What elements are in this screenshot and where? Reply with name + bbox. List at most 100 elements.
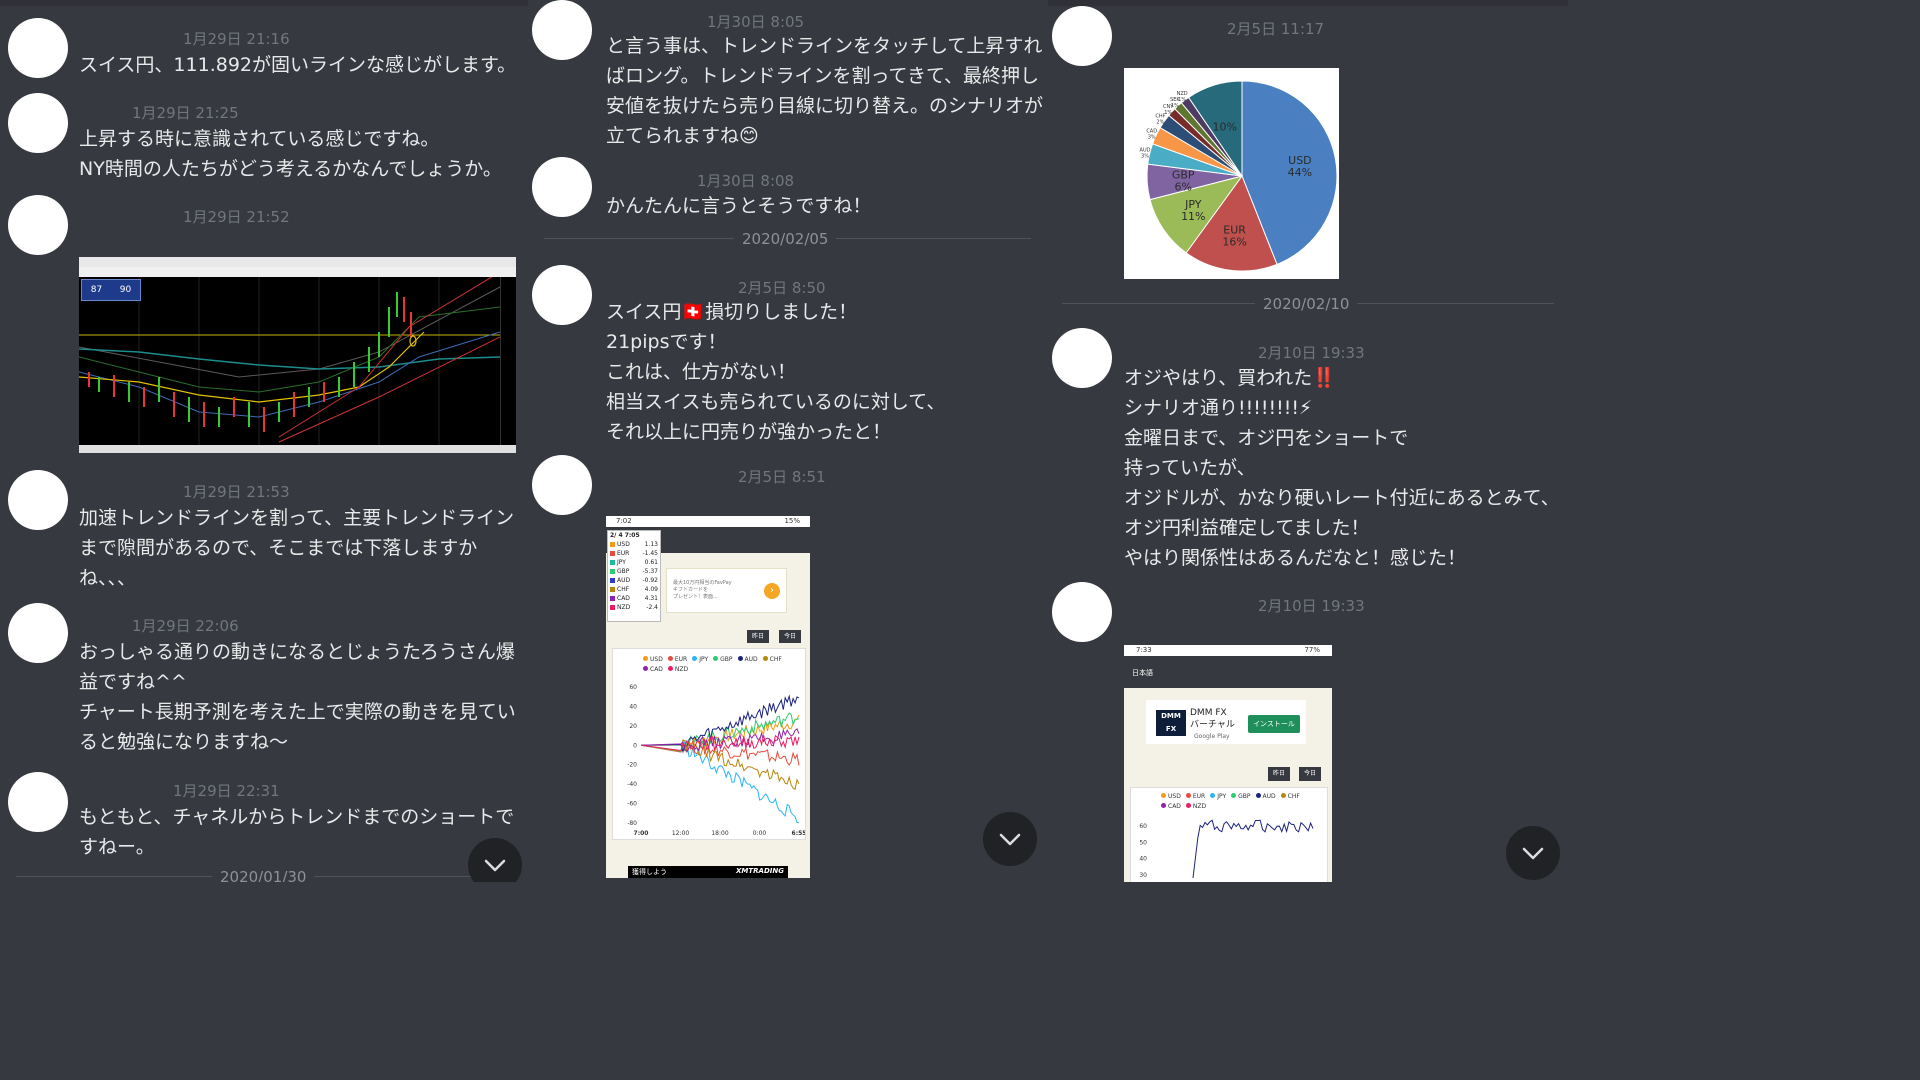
promo-footer[interactable]: 獲得しよう XMTRADING xyxy=(628,866,788,878)
date-divider-label: 2020/01/30 xyxy=(212,868,315,882)
strength-row: AUD -0.92 xyxy=(608,576,660,585)
battery-level: 15% xyxy=(784,517,800,525)
message-text: スイス円🇨🇭損切りしました！ 21pipsです！ これは、仕方がない！ 相当スイ… xyxy=(606,301,946,443)
pie-percent: 11% xyxy=(1181,210,1205,223)
strength-row: JPY 0.61 xyxy=(608,558,660,567)
chart-canvas: 87 90 xyxy=(79,271,501,445)
avatar[interactable] xyxy=(8,195,68,255)
avatar[interactable] xyxy=(8,603,68,663)
today-button[interactable]: 今日 xyxy=(779,630,801,643)
avatar[interactable] xyxy=(532,0,592,60)
avatar[interactable] xyxy=(532,265,592,325)
message-text: オジやはり、買われた‼️ シナリオ通り!!!!!!!!⚡ 金曜日まで、オジ円をシ… xyxy=(1124,367,1560,569)
message-timestamp: 1月29日 22:31 xyxy=(173,782,280,800)
pie-percent: 3% xyxy=(1148,135,1156,141)
pie-percent: 3% xyxy=(1141,154,1149,160)
jump-to-bottom-button[interactable] xyxy=(983,812,1037,866)
currency-code: CAD xyxy=(617,595,630,602)
avatar[interactable] xyxy=(532,455,592,515)
avatar[interactable] xyxy=(532,157,592,217)
strength-panel-time: 2/ 4 7:05 xyxy=(610,532,640,539)
install-button[interactable]: インストール xyxy=(1248,715,1300,733)
dmm-fx-logo: DMM FX xyxy=(1156,710,1186,736)
message-timestamp: 2月5日 8:50 xyxy=(738,279,826,297)
y-tick-label: 30 xyxy=(1139,872,1147,879)
language-selector[interactable]: 日本語 xyxy=(1132,668,1153,678)
chat-column-1: 1月29日 21:16 スイス円、111.892が固いラインな感じがします。 1… xyxy=(0,0,528,882)
currency-code: USD xyxy=(617,541,630,548)
series-swatch xyxy=(610,542,615,547)
one-click-trade-panel[interactable]: 87 90 xyxy=(81,279,141,301)
chat-column-3: 2月5日 11:17 USD 44% EUR 16% JPY 11% GBP 6% AUD 3% C… xyxy=(1048,0,1568,882)
message-timestamp: 2月5日 8:51 xyxy=(738,468,826,486)
strength-value: 1.13 xyxy=(644,541,658,548)
chevron-down-icon xyxy=(999,833,1021,846)
x-tick-label: 7:00 xyxy=(634,830,649,837)
strength-row: USD 1.13 xyxy=(608,540,660,549)
x-tick-label: 18:00 xyxy=(711,830,728,837)
avatar[interactable] xyxy=(8,470,68,530)
sell-price[interactable]: 87 xyxy=(91,285,102,295)
y-tick-label: 60 xyxy=(629,684,637,691)
currency-strength-screenshot[interactable]: 7:02 15% 2/ 4 7:05 USD 1.13 EUR -1.45 JPY 0.6… xyxy=(606,516,810,878)
ad-arrow-icon[interactable]: › xyxy=(764,583,780,599)
today-button[interactable]: 今日 xyxy=(1299,767,1321,781)
y-tick-label: -40 xyxy=(627,781,637,788)
currency-code: GBP xyxy=(617,568,630,575)
series-swatch xyxy=(610,578,615,583)
strength-value: 4.31 xyxy=(644,595,658,602)
currency-code: CHF xyxy=(617,586,630,593)
strength-value: 0.61 xyxy=(644,559,658,566)
y-tick-label: -80 xyxy=(627,820,637,827)
yesterday-button[interactable]: 昨日 xyxy=(1268,767,1290,781)
strength-value: -2.4 xyxy=(646,604,658,611)
yesterday-button[interactable]: 昨日 xyxy=(747,630,769,643)
ad-banner[interactable]: 最大10万円相当のFavPay ギフトカードを プレゼント！表面... › xyxy=(666,568,787,613)
message-timestamp: 2月5日 11:17 xyxy=(1227,20,1325,38)
pie-percent: 16% xyxy=(1222,235,1246,248)
y-tick-label: 20 xyxy=(629,723,637,730)
date-divider-label: 2020/02/05 xyxy=(734,230,837,248)
series-swatch xyxy=(610,551,615,556)
pie-percent: 10% xyxy=(1212,121,1236,134)
pie-percent: 1% xyxy=(1171,103,1179,109)
message-timestamp: 1月29日 21:25 xyxy=(132,104,239,122)
message-timestamp: 1月30日 8:05 xyxy=(707,13,805,31)
status-time: 7:33 xyxy=(1136,646,1152,654)
ad-banner[interactable]: DMM FX DMM FX バーチャル Google Play インストール xyxy=(1146,700,1306,744)
avatar[interactable] xyxy=(8,93,68,153)
message-text: スイス円、111.892が固いラインな感じがします。 xyxy=(79,54,517,76)
chat-column-2: 1月30日 8:05 と言う事は、トレンドラインをタッチして上昇すれ ばロング。… xyxy=(530,0,1046,882)
message-timestamp: 2月10日 19:33 xyxy=(1258,597,1365,615)
pie-percent: 1% xyxy=(1178,97,1186,103)
avatar[interactable] xyxy=(1052,6,1112,66)
message-text: おっしゃる通りの動きになるとじょうたろうさん爆 益ですね^^ チャート長期予測を… xyxy=(79,641,516,753)
avatar[interactable] xyxy=(8,18,68,78)
jump-to-bottom-button[interactable] xyxy=(1506,826,1560,880)
avatar[interactable] xyxy=(1052,328,1112,388)
chevron-down-icon xyxy=(484,859,506,872)
currency-strength-screenshot-2[interactable]: 7:33 77% 日本語 DMM FX DMM FX バーチャル Google P… xyxy=(1124,645,1332,882)
strength-value: -5.37 xyxy=(642,568,658,575)
trading-chart-image[interactable]: 87 90 xyxy=(79,257,516,453)
y-tick-label: 50 xyxy=(1139,839,1147,846)
avatar[interactable] xyxy=(8,772,68,832)
series-swatch xyxy=(610,560,615,565)
buy-price[interactable]: 90 xyxy=(120,285,131,295)
xm-logo: XMTRADING xyxy=(736,867,784,875)
date-divider-label: 2020/02/10 xyxy=(1255,295,1358,313)
ad-title: DMM FX バーチャル xyxy=(1190,708,1235,730)
y-tick-label: -60 xyxy=(627,801,637,808)
series-swatch xyxy=(610,587,615,592)
promo-text: 獲得しよう xyxy=(632,868,667,876)
series-line-aud xyxy=(1192,819,1314,879)
strength-value: -1.45 xyxy=(642,550,658,557)
message-text: と言う事は、トレンドラインをタッチして上昇すれ ばロング。トレンドラインを割って… xyxy=(606,35,1044,147)
currency-code: JPY xyxy=(617,559,626,566)
strength-line-chart: 60 50 40 30 xyxy=(1139,819,1314,879)
y-tick-label: 40 xyxy=(629,703,637,710)
currency-share-pie-image[interactable]: USD 44% EUR 16% JPY 11% GBP 6% AUD 3% CAD 3% CHF 2% CN… xyxy=(1124,68,1339,279)
avatar[interactable] xyxy=(1052,582,1112,642)
strength-value: -0.92 xyxy=(642,577,658,584)
message-timestamp: 2月10日 19:33 xyxy=(1258,344,1365,362)
